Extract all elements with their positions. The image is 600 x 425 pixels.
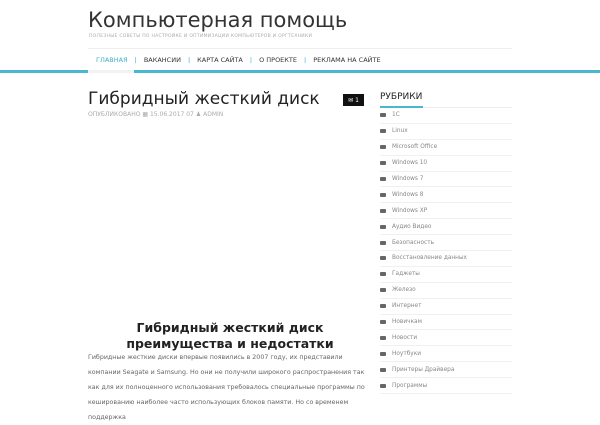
category-list: 1С Linux Microsoft Office Windows 10 Windows… [380, 108, 512, 395]
nav-about[interactable]: О ПРОЕКТЕ [252, 56, 304, 64]
category-item[interactable]: Ноутбуки [380, 346, 512, 363]
category-label: Windows 8 [392, 191, 424, 198]
category-item[interactable]: Windows 7 [380, 172, 512, 188]
main-nav: ГЛАВНАЯ | ВАКАНСИИ | КАРТА САЙТА | О ПРОЕКТ… [88, 50, 388, 70]
category-label: 1С [392, 112, 400, 119]
folder-icon [380, 208, 386, 213]
category-item[interactable]: Windows 8 [380, 187, 512, 204]
nav-divider [88, 48, 512, 49]
post-title: Гибридный жесткий диск [88, 89, 320, 109]
folder-icon [380, 224, 386, 229]
meta-label: ОПУБЛИКОВАНО [88, 111, 141, 118]
nav-advertising[interactable]: РЕКЛАМА НА САЙТЕ [306, 56, 387, 64]
folder-icon [380, 177, 386, 181]
folder-icon [380, 145, 386, 150]
folder-icon [380, 304, 386, 309]
active-nav-indicator [88, 70, 134, 73]
category-item[interactable]: Гаджеты [380, 267, 512, 283]
comments-icon: ✉ [348, 96, 354, 104]
site-title[interactable]: Компьютерная помощь [88, 8, 347, 32]
category-label: Windows 10 [392, 160, 428, 167]
category-label: Новичкам [392, 319, 422, 326]
folder-icon [380, 256, 386, 261]
folder-icon [380, 288, 386, 293]
site-tagline: Полезные советы по настройке и оптимизац… [89, 34, 313, 39]
category-item[interactable]: Восстановление данных [380, 251, 512, 267]
category-item[interactable]: Windows 10 [380, 156, 512, 172]
nav-sitemap[interactable]: КАРТА САЙТА [190, 56, 250, 64]
category-label: Новости [392, 334, 418, 341]
category-item[interactable]: Железо [380, 283, 512, 299]
category-item[interactable]: Аудио Видео [380, 219, 512, 236]
folder-icon [380, 129, 386, 134]
category-item[interactable]: Безопасность [380, 235, 512, 252]
post-meta: ОПУБЛИКОВАНО ▦ 15.06.2017 07 ♟ ADMIN [88, 111, 223, 118]
comments-count: 1 [355, 96, 359, 104]
category-item[interactable]: Принтеры Драйвера [380, 362, 512, 379]
category-item[interactable]: Новости [380, 330, 512, 347]
category-item[interactable]: Новичкам [380, 315, 512, 331]
category-label: Microsoft Office [392, 144, 438, 151]
folder-icon [380, 240, 386, 245]
post-paragraph: Гибридные жесткие диски впервые появилис… [88, 354, 365, 421]
category-item[interactable]: Программы [380, 378, 512, 395]
folder-icon [380, 113, 386, 118]
category-item[interactable]: Интернет [380, 299, 512, 315]
section-title: Гибридный жесткий диск преимущества и не… [126, 320, 334, 351]
folder-icon [380, 161, 386, 166]
category-label: Ноутбуки [392, 350, 421, 357]
category-label: Безопасность [392, 239, 435, 246]
category-label: Windows XP [392, 207, 428, 214]
category-label: Windows 7 [392, 176, 424, 182]
post-date: 15.06.2017 07 [149, 111, 194, 118]
folder-icon [380, 192, 386, 197]
category-label: Принтеры Драйвера [392, 366, 455, 373]
folder-icon [380, 383, 386, 388]
category-label: Программы [392, 382, 428, 389]
folder-icon [380, 320, 386, 325]
folder-icon [380, 335, 386, 340]
category-label: Гаджеты [392, 271, 420, 278]
folder-icon [380, 367, 386, 372]
sidebar-heading: РУБРИКИ [380, 92, 423, 102]
category-label: Интернет [392, 303, 422, 310]
category-label: Linux [392, 128, 408, 135]
category-label: Восстановление данных [392, 255, 467, 262]
category-label: Железо [392, 287, 416, 294]
category-item[interactable]: 1С [380, 108, 512, 124]
category-label: Аудио Видео [392, 223, 432, 230]
post-author[interactable]: ADMIN [203, 111, 223, 118]
calendar-icon: ▦ [142, 111, 149, 118]
comments-badge[interactable]: ✉ 1 [343, 94, 364, 106]
category-item[interactable]: Microsoft Office [380, 140, 512, 156]
category-item[interactable]: Linux [380, 124, 512, 140]
folder-icon [380, 351, 386, 356]
nav-home[interactable]: ГЛАВНАЯ [88, 56, 135, 64]
nav-vacancies[interactable]: ВАКАНСИИ [137, 56, 188, 64]
folder-icon [380, 272, 386, 277]
category-item[interactable]: Windows XP [380, 203, 512, 220]
user-icon: ♟ [195, 111, 202, 118]
